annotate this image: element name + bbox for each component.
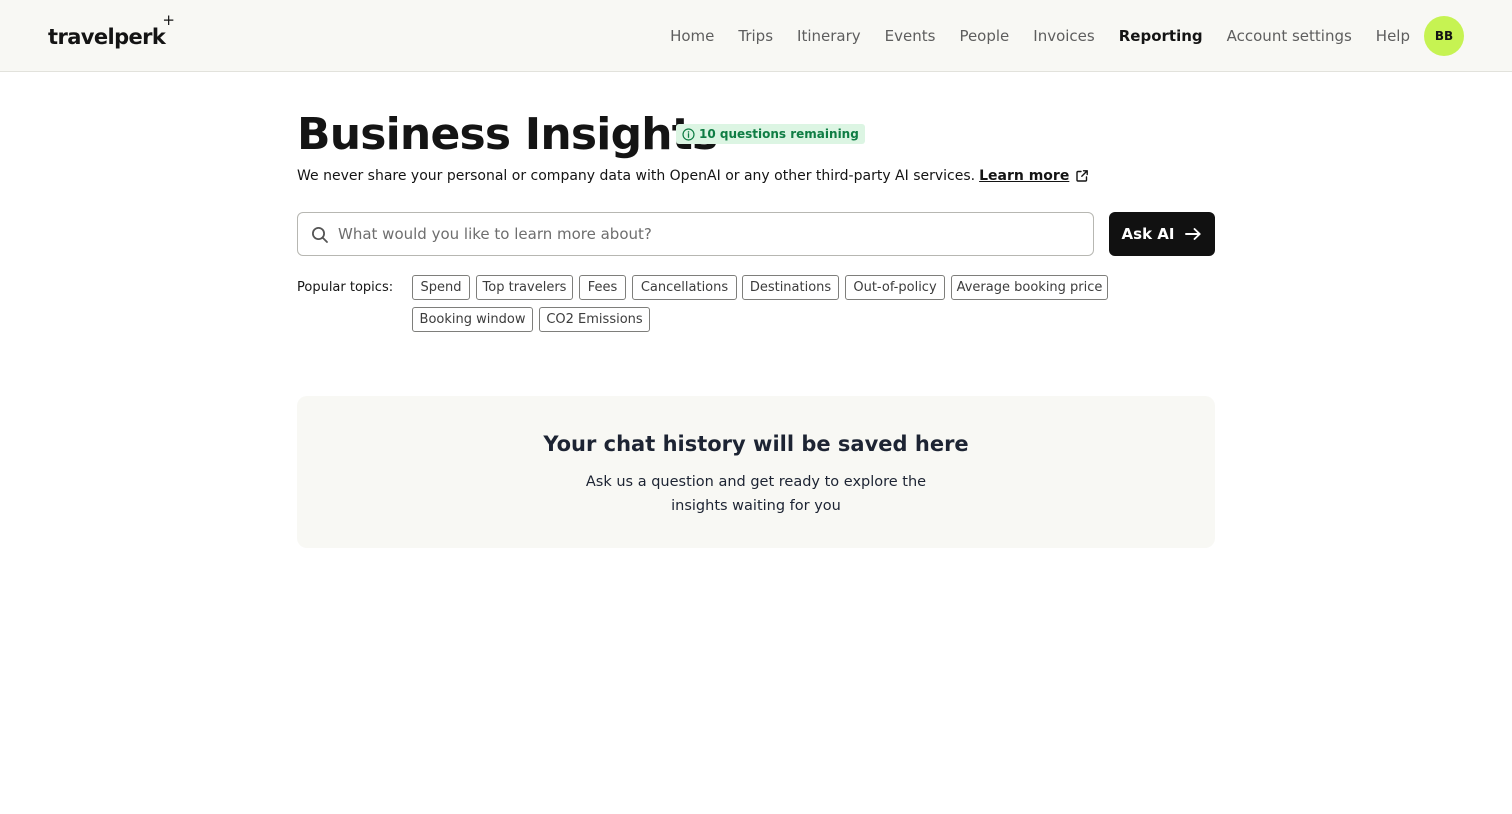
ask-ai-button[interactable]: Ask AI <box>1109 212 1215 256</box>
popular-topics-label: Popular topics: <box>297 280 394 295</box>
nav-item-people[interactable]: People <box>959 27 1009 45</box>
info-icon <box>682 127 695 141</box>
badge-label: 10 questions remaining <box>699 127 859 141</box>
topic-chip-booking-window[interactable]: Booking window <box>412 307 533 332</box>
ask-question-input[interactable] <box>338 213 1078 255</box>
page-title: Business Insights <box>297 109 718 160</box>
search-box <box>297 212 1094 256</box>
nav-item-trips[interactable]: Trips <box>738 27 773 45</box>
chat-history-text: Ask us a question and get ready to explo… <box>585 474 927 514</box>
logo-plus-mark: + <box>162 11 175 29</box>
nav-item-account-settings[interactable]: Account settings <box>1227 27 1352 45</box>
topic-chip-cancellations[interactable]: Cancellations <box>632 275 737 300</box>
topic-chip-fees[interactable]: Fees <box>579 275 626 300</box>
topic-chip-destinations[interactable]: Destinations <box>742 275 839 300</box>
nav-item-events[interactable]: Events <box>885 27 936 45</box>
topic-chip-out-of-policy[interactable]: Out-of-policy <box>845 275 945 300</box>
questions-remaining-badge: 10 questions remaining <box>676 124 865 144</box>
travelperk-logo[interactable]: travelperk + <box>48 13 175 52</box>
learn-more-link[interactable]: Learn more <box>979 165 1069 187</box>
nav-item-home[interactable]: Home <box>670 27 714 45</box>
topic-chip-co2-emissions[interactable]: CO2 Emissions <box>539 307 650 332</box>
user-avatar[interactable]: BB <box>1424 16 1464 56</box>
external-link-icon[interactable] <box>1075 169 1089 183</box>
topic-chip-spend[interactable]: Spend <box>412 275 470 300</box>
privacy-disclaimer: We never share your personal or company … <box>297 165 1089 187</box>
chat-history-panel: Your chat history will be saved here Ask… <box>297 396 1215 548</box>
nav-item-invoices[interactable]: Invoices <box>1033 27 1094 45</box>
nav-item-help[interactable]: Help <box>1376 27 1410 45</box>
arrow-right-icon <box>1185 228 1202 240</box>
nav-item-itinerary[interactable]: Itinerary <box>797 27 861 45</box>
logo-text: travelperk <box>48 25 166 49</box>
disclaimer-text: We never share your personal or company … <box>297 168 976 184</box>
ask-ai-label: Ask AI <box>1121 225 1175 243</box>
topic-chip-top-travelers[interactable]: Top travelers <box>476 275 573 300</box>
top-navigation-bar: travelperk + Home Trips Itinerary Events … <box>0 0 1512 72</box>
main-nav: Home Trips Itinerary Events People Invoi… <box>646 16 1464 56</box>
topic-chip-average-booking-price[interactable]: Average booking price <box>951 275 1108 300</box>
search-icon <box>311 226 329 244</box>
nav-item-reporting[interactable]: Reporting <box>1119 27 1203 45</box>
chat-history-title: Your chat history will be saved here <box>543 432 969 456</box>
